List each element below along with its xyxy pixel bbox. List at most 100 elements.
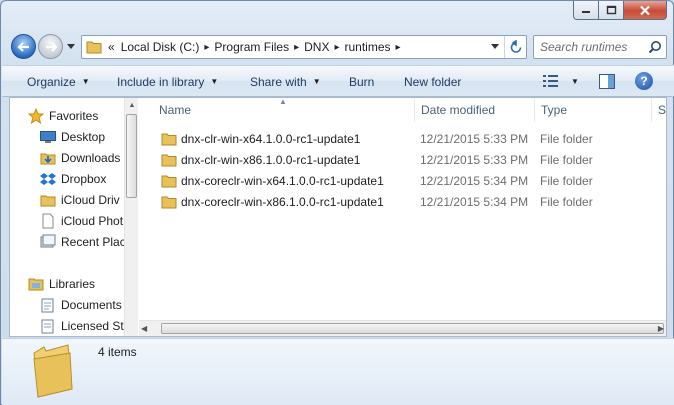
- desktop-icon: [40, 129, 56, 145]
- file-name[interactable]: dnx-coreclr-win-x86.1.0.0-rc1-update1: [161, 191, 384, 212]
- folder-large-icon: [30, 343, 76, 402]
- column-type[interactable]: Type: [535, 98, 652, 122]
- breadcrumb-separator-icon[interactable]: ▸: [294, 42, 299, 53]
- scroll-left-icon[interactable]: ◀: [141, 324, 147, 333]
- back-button[interactable]: [11, 34, 36, 59]
- sidebar-item-documents[interactable]: Documents: [40, 295, 122, 315]
- file-type: File folder: [540, 131, 593, 146]
- file-name[interactable]: dnx-coreclr-win-x64.1.0.0-rc1-update1: [161, 170, 384, 191]
- recent-pages-dropdown[interactable]: [66, 41, 76, 53]
- file-date: 12/21/2015 5:33 PM: [420, 131, 529, 146]
- file-row[interactable]: dnx-clr-win-x86.1.0.0-rc1-update1 12/21/…: [139, 149, 649, 170]
- folder-icon: [84, 36, 104, 58]
- file-date: 12/21/2015 5:34 PM: [420, 194, 529, 209]
- sidebar-favorites-label: Favorites: [49, 109, 99, 123]
- file-name-label: dnx-coreclr-win-x64.1.0.0-rc1-update1: [181, 173, 384, 188]
- sidebar-libraries[interactable]: Libraries: [28, 274, 95, 294]
- close-button[interactable]: [624, 1, 667, 20]
- navigation-pane: Favorites Desktop Downloads Dropbox iClo…: [10, 98, 124, 336]
- scroll-right-icon[interactable]: ▶: [658, 324, 664, 333]
- breadcrumb-program-files[interactable]: Program Files: [214, 40, 289, 54]
- sidebar-favorites[interactable]: Favorites: [28, 106, 98, 126]
- sidebar-item-label: Downloads: [61, 151, 121, 165]
- share-with-label: Share with: [250, 74, 307, 89]
- library-icon: [40, 318, 56, 334]
- column-name[interactable]: Name: [153, 98, 415, 122]
- file-row[interactable]: dnx-coreclr-win-x64.1.0.0-rc1-update1 12…: [139, 170, 649, 191]
- sidebar-item-label: Documents: [61, 298, 122, 312]
- sidebar-item-desktop[interactable]: Desktop: [40, 127, 105, 147]
- help-icon[interactable]: ?: [635, 72, 653, 90]
- downloads-icon: [40, 150, 56, 166]
- chevron-down-icon: ▼: [312, 77, 321, 86]
- breadcrumb-separator-icon[interactable]: ▸: [396, 42, 401, 53]
- scrollbar-thumb[interactable]: [161, 323, 664, 334]
- folder-icon: [161, 152, 177, 168]
- file-row[interactable]: dnx-coreclr-win-x86.1.0.0-rc1-update1 12…: [139, 191, 649, 212]
- new-folder-button[interactable]: New folder: [404, 66, 461, 97]
- details-pane: 4 items: [2, 338, 674, 405]
- column-date-label: Date modified: [421, 103, 496, 117]
- documents-icon: [40, 297, 56, 313]
- content-area: Favorites Desktop Downloads Dropbox iClo…: [9, 97, 667, 337]
- caption-buttons: [573, 1, 667, 20]
- file-name[interactable]: dnx-clr-win-x64.1.0.0-rc1-update1: [161, 128, 360, 149]
- item-count: 4 items: [98, 345, 137, 359]
- sidebar-item-recent-places[interactable]: Recent Plac: [40, 232, 124, 252]
- file-date: 12/21/2015 5:33 PM: [420, 152, 529, 167]
- recent-places-icon: [40, 234, 56, 250]
- sidebar-item-icloud-drive[interactable]: iCloud Driv: [40, 190, 120, 210]
- back-arrow-icon: [16, 41, 29, 52]
- file-date: 12/21/2015 5:34 PM: [420, 173, 529, 188]
- sidebar-item-label: Licensed St: [61, 319, 124, 333]
- refresh-icon: [510, 40, 521, 53]
- horizontal-scrollbar[interactable]: ◀ ▶: [139, 320, 666, 336]
- column-type-label: Type: [541, 103, 568, 117]
- file-name-label: dnx-clr-win-x86.1.0.0-rc1-update1: [181, 152, 361, 167]
- new-folder-label: New folder: [404, 74, 462, 89]
- navigation-pane-scrollbar[interactable]: ▲: [124, 98, 138, 336]
- column-date-modified[interactable]: Date modified: [415, 98, 535, 122]
- preview-pane-icon[interactable]: [599, 74, 615, 92]
- sidebar-item-icloud-photos[interactable]: iCloud Phot: [40, 211, 123, 231]
- include-in-library-menu[interactable]: Include in library ▼: [117, 66, 218, 97]
- refresh-button[interactable]: [504, 36, 526, 58]
- burn-button[interactable]: Burn: [349, 66, 374, 97]
- address-bar[interactable]: « Local Disk (C:) ▸ Program Files ▸ DNX …: [81, 35, 527, 59]
- chevron-down-icon[interactable]: ▼: [571, 77, 579, 86]
- search-icon[interactable]: [648, 40, 662, 57]
- breadcrumb-local-disk[interactable]: Local Disk (C:): [121, 40, 200, 54]
- search-box[interactable]: [533, 35, 667, 59]
- breadcrumb-dnx[interactable]: DNX: [304, 40, 329, 54]
- forward-button[interactable]: [38, 34, 63, 59]
- command-bar: Organize ▼ Include in library ▼ Share with…: [2, 65, 674, 97]
- column-name-label: Name: [159, 103, 192, 117]
- column-header-row: ▲ Name Date modified Type Si: [139, 98, 666, 122]
- file-type: File folder: [540, 173, 593, 188]
- breadcrumb-separator-icon[interactable]: ▸: [334, 42, 339, 53]
- address-dropdown-button[interactable]: [486, 36, 504, 58]
- breadcrumb-overflow[interactable]: «: [108, 40, 115, 54]
- scrollbar-thumb[interactable]: [126, 114, 137, 198]
- folder-icon: [161, 173, 177, 189]
- star-icon: [28, 108, 44, 124]
- organize-menu[interactable]: Organize ▼: [27, 66, 90, 97]
- view-options-icon[interactable]: [543, 74, 559, 91]
- organize-label: Organize: [27, 74, 76, 89]
- scroll-up-icon[interactable]: ▲: [125, 98, 139, 112]
- breadcrumb-runtimes[interactable]: runtimes: [345, 40, 391, 54]
- sidebar-item-downloads[interactable]: Downloads: [40, 148, 120, 168]
- search-input[interactable]: [534, 36, 644, 58]
- navigation-row: « Local Disk (C:) ▸ Program Files ▸ DNX …: [9, 31, 667, 61]
- file-name[interactable]: dnx-clr-win-x86.1.0.0-rc1-update1: [161, 149, 360, 170]
- share-with-menu[interactable]: Share with ▼: [250, 66, 321, 97]
- sidebar-item-dropbox[interactable]: Dropbox: [40, 169, 106, 189]
- file-row[interactable]: dnx-clr-win-x64.1.0.0-rc1-update1 12/21/…: [139, 128, 649, 149]
- dropbox-icon: [40, 171, 56, 187]
- explorer-window: « Local Disk (C:) ▸ Program Files ▸ DNX …: [0, 0, 674, 405]
- column-size[interactable]: Si: [652, 98, 666, 122]
- minimize-button[interactable]: [573, 1, 599, 20]
- maximize-button[interactable]: [599, 1, 624, 20]
- breadcrumb-separator-icon[interactable]: ▸: [204, 42, 209, 53]
- sidebar-item-licensed[interactable]: Licensed St: [40, 316, 124, 336]
